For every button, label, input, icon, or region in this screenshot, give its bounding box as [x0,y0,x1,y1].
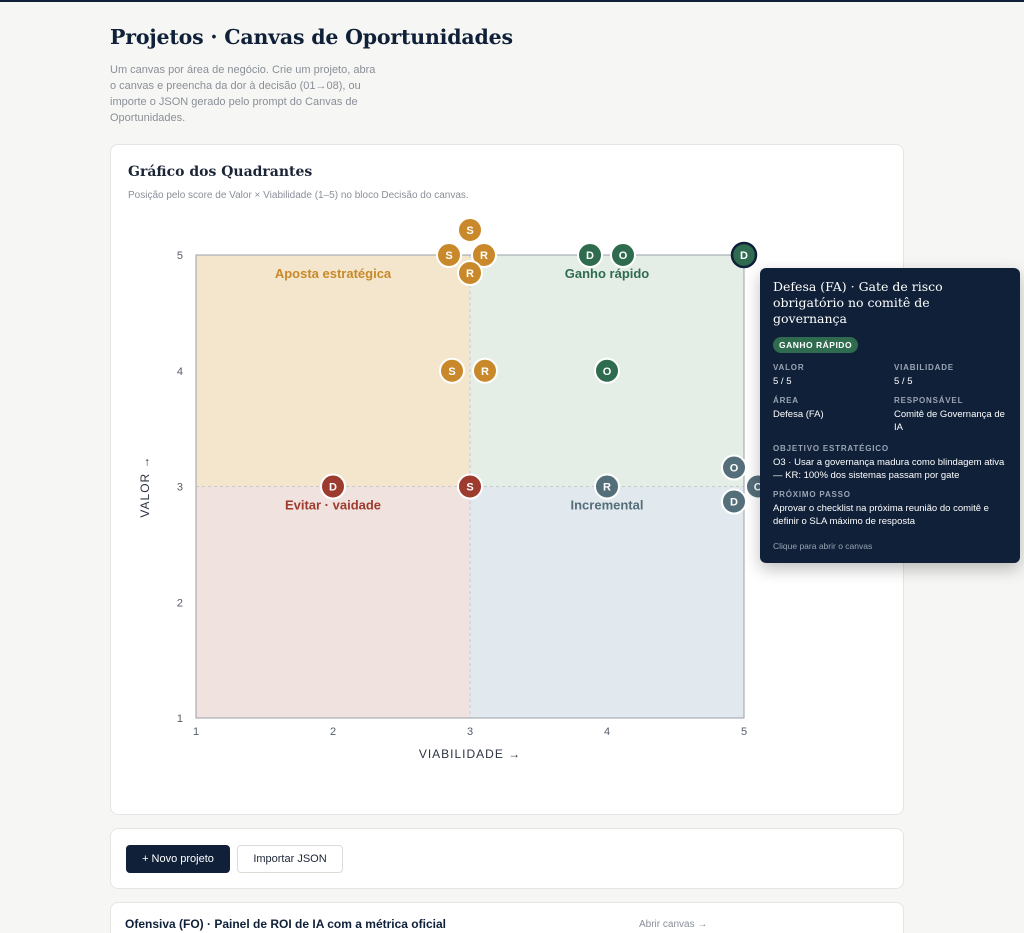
proximo-label: PRÓXIMO PASSO [773,490,851,499]
point-tooltip[interactable]: Defesa (FA) · Gate de risco obrigatório … [760,268,1020,563]
y-tick-label: 4 [177,366,183,378]
opportunity-marker[interactable] [457,217,483,243]
opportunity-marker[interactable] [457,260,483,286]
import-json-button[interactable]: Importar JSON [237,845,343,873]
tooltip-title: Defesa (FA) · Gate de risco obrigatório … [773,279,943,326]
opportunity-marker[interactable] [721,488,747,515]
opportunity-marker[interactable] [472,357,498,384]
opportunity-marker[interactable] [439,357,465,384]
valor-label: VALOR [773,363,805,372]
y-tick-label: 1 [177,713,183,725]
area-value: Defesa (FA) [773,409,824,420]
objetivo-label: OBJETIVO ESTRATÉGICO [773,444,889,453]
proximo-value: Aprovar o checklist na próxima reunião d… [773,503,989,527]
valor-value: 5 / 5 [773,376,792,387]
quadrant-label-incremental: Incremental [571,498,644,513]
viabilidade-label: VIABILIDADE [894,363,954,372]
quadrant-area-aposta [196,255,470,487]
page-title: Projetos · Canvas de Oportunidades [110,25,513,49]
responsavel-label: RESPONSÁVEL [894,396,964,405]
opportunity-marker[interactable] [320,473,346,500]
y-tick-label: 2 [177,597,183,609]
page-description: Um canvas por área de negócio. Crie um p… [110,64,376,124]
project-title: Ofensiva (FO) · Painel de ROI de IA com … [125,917,446,931]
opportunity-marker[interactable] [721,454,747,481]
area-label: ÁREA [773,396,799,405]
quadrant-badge: GANHO RÁPIDO [773,337,859,353]
opportunity-marker[interactable] [577,242,603,268]
x-tick-label: 1 [193,726,199,738]
x-axis-label: VIABILIDADE → [419,747,521,761]
x-tick-label: 3 [467,726,473,738]
quadrant-area-evitar [196,486,470,718]
quadrant-label-aposta: Aposta estratégica [275,266,392,281]
quadrant-label-evitar: Evitar · vaidade [285,498,381,513]
opportunity-marker[interactable] [457,473,483,500]
objetivo-value: O3 · Usar a governança madura como blind… [773,457,1005,481]
y-tick-label: 3 [177,482,183,494]
opportunity-marker[interactable] [594,473,620,500]
tooltip-hint: Clique para abrir o canvas [773,541,873,551]
y-axis-label: VALOR → [138,455,152,517]
x-tick-label: 4 [604,726,610,738]
opportunity-marker[interactable] [610,242,636,268]
quadrant-area-incremental [470,486,744,718]
y-tick-label: 5 [177,250,183,262]
x-tick-label: 2 [330,726,336,738]
opportunity-marker[interactable] [594,357,620,384]
viabilidade-value: 5 / 5 [894,376,913,387]
open-canvas-link[interactable]: Abrir canvas → [639,919,707,930]
opportunity-marker[interactable] [730,241,758,269]
x-tick-label: 5 [741,726,747,738]
opportunity-marker[interactable] [436,242,462,268]
top-accent-bar [0,0,1024,2]
responsavel-value: Comitê de Governança de IA [894,409,1005,433]
project-card[interactable]: Ofensiva (FO) · Painel de ROI de IA com … [110,902,904,933]
actions-bar: + Novo projeto Importar JSON [110,828,904,889]
quadrant-label-ganho: Ganho rápido [565,266,650,281]
new-project-button[interactable]: + Novo projeto [126,845,230,873]
